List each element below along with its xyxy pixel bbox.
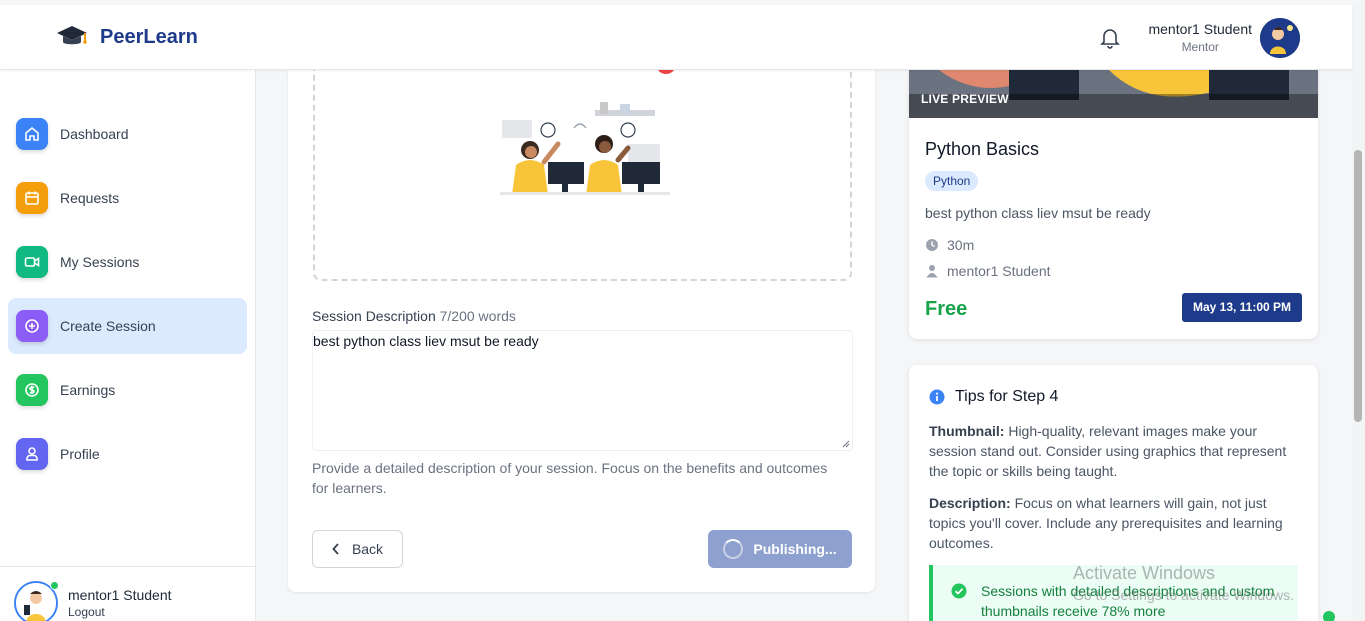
loading-spinner-icon: [723, 539, 744, 559]
preview-price: Free: [925, 298, 968, 320]
sidebar-item-label: Earnings: [60, 382, 116, 398]
sidebar-item-my-sessions[interactable]: My Sessions: [8, 234, 247, 290]
tip-thumbnail-heading: Thumbnail:: [929, 423, 1005, 439]
sidebar-user-footer: mentor1 Student Logout: [0, 566, 255, 621]
description-label-text: Session Description: [312, 308, 436, 324]
online-status-dot: [50, 581, 59, 590]
thumbnail-preview-image: [500, 100, 670, 205]
graduation-cap-icon: [57, 26, 87, 45]
status-dot: [1323, 611, 1335, 621]
avatar[interactable]: [1260, 18, 1300, 58]
preview-date-badge: May 13, 11:00 PM: [1182, 293, 1302, 322]
plus-circle-icon: [16, 310, 48, 342]
home-icon: [16, 118, 48, 150]
back-button-label: Back: [351, 541, 384, 557]
live-preview-card: LIVE PREVIEW Python Basics Python best p…: [909, 70, 1318, 339]
check-circle-icon: [951, 583, 967, 599]
tip-thumbnail: Thumbnail: High-quality, relevant images…: [929, 421, 1299, 481]
video-icon: [16, 246, 48, 278]
tips-title: Tips for Step 4: [929, 388, 1058, 406]
brand-name: PeerLearn: [100, 25, 198, 48]
sidebar: Dashboard Requests My Sessions Create Se…: [0, 70, 256, 621]
activate-windows-subtext: Go to Settings to activate Windows.: [1073, 587, 1294, 603]
thumbnail-dropzone[interactable]: [313, 60, 852, 281]
publish-button-label: Publishing...: [753, 541, 837, 557]
footer-user-name: mentor1 Student: [68, 587, 172, 603]
description-help-text: Provide a detailed description of your s…: [312, 460, 828, 496]
info-icon: [929, 389, 945, 405]
dollar-icon: [16, 374, 48, 406]
live-preview-label: LIVE PREVIEW: [921, 92, 1009, 106]
person-icon: [926, 265, 938, 278]
description-textarea[interactable]: best python class liev msut be ready: [312, 330, 853, 451]
sidebar-item-label: Create Session: [60, 318, 156, 334]
user-icon: [16, 438, 48, 470]
sidebar-item-label: Dashboard: [60, 126, 129, 142]
top-header: PeerLearn mentor1 Student Mentor: [0, 5, 1352, 70]
description-label: Session Description 7/200 words: [312, 308, 516, 324]
sidebar-item-dashboard[interactable]: Dashboard: [8, 106, 247, 162]
sidebar-item-label: Profile: [60, 446, 100, 462]
logout-link[interactable]: Logout: [68, 605, 105, 619]
sidebar-item-profile[interactable]: Profile: [8, 426, 247, 482]
scrollbar-thumb[interactable]: [1354, 150, 1362, 422]
page-scrollbar[interactable]: [1352, 5, 1365, 621]
preview-tag: Python: [925, 171, 979, 191]
preview-duration: 30m: [925, 237, 974, 253]
sidebar-item-create-session[interactable]: Create Session: [8, 298, 247, 354]
preview-thumbnail: LIVE PREVIEW: [909, 70, 1318, 118]
notification-bell-icon[interactable]: [1100, 27, 1120, 54]
tip-description-heading: Description:: [929, 495, 1011, 511]
back-button[interactable]: Back: [312, 530, 403, 568]
calendar-icon: [16, 182, 48, 214]
duration-value: 30m: [947, 237, 975, 253]
activate-windows-watermark: Activate Windows: [1073, 563, 1216, 583]
header-user-role: Mentor: [1181, 40, 1219, 54]
description-value: best python class liev msut be ready: [313, 333, 539, 349]
tips-title-text: Tips for Step 4: [955, 388, 1059, 405]
preview-title: Python Basics: [925, 139, 1040, 159]
word-count: 7/200 words: [439, 308, 516, 324]
user-menu[interactable]: mentor1 Student Mentor: [1148, 21, 1252, 54]
sidebar-item-label: Requests: [60, 190, 120, 206]
clock-icon: [926, 239, 938, 251]
tip-description: Description: Focus on what learners will…: [929, 493, 1299, 553]
mentor-name: mentor1 Student: [947, 263, 1051, 279]
sidebar-item-requests[interactable]: Requests: [8, 170, 247, 226]
header-user-name: mentor1 Student: [1148, 21, 1252, 37]
brand[interactable]: PeerLearn: [56, 23, 198, 51]
preview-mentor: mentor1 Student: [925, 263, 1051, 279]
resize-handle-icon[interactable]: [842, 440, 850, 448]
sidebar-item-earnings[interactable]: Earnings: [8, 362, 247, 418]
preview-description: best python class liev msut be ready: [925, 205, 1151, 221]
sidebar-item-label: My Sessions: [60, 254, 140, 270]
chevron-left-icon: [332, 543, 339, 555]
create-session-form: Session Description 7/200 words best pyt…: [288, 60, 875, 592]
publish-button[interactable]: Publishing...: [708, 530, 852, 568]
